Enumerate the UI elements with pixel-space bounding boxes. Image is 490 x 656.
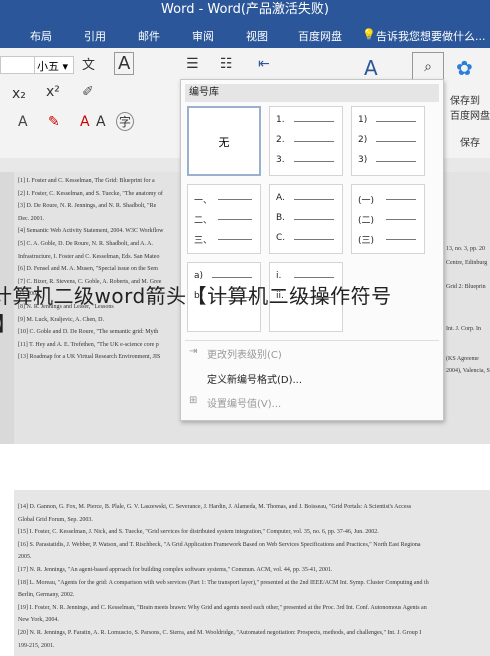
save-group-label: 保存	[460, 138, 480, 149]
none-label: 无	[218, 136, 230, 149]
numbering-option-upper-alpha[interactable]: A. B. C.	[269, 184, 343, 254]
baidu-netdisk-icon: ✿	[456, 56, 473, 80]
reference-line: New York, 2004.	[18, 617, 59, 624]
reference-line-tail: 13, no. 3, pp. 20	[446, 246, 485, 252]
tell-me-box[interactable]: 告诉我您想要做什么...	[376, 28, 486, 44]
reference-line-tail: Centre, Edinburg	[446, 260, 488, 266]
reference-line: [16] S. Parastatidis, J. Webber, P. Wats…	[18, 541, 421, 548]
reference-line: [2] I. Foster, C. Kesselman, and S. Tuec…	[18, 190, 163, 197]
num-mark: (二)	[358, 216, 375, 226]
reference-line: Dec. 2001.	[18, 215, 45, 222]
save-label-1: 保存到	[450, 96, 480, 107]
numbering-library-header: 编号库	[185, 84, 439, 102]
numbering-library-dropdown: 编号库 无 1. 2. 3. 1) 2) 3) 一、 二、 三、 A. B. C…	[180, 79, 444, 421]
reference-line: 199-215, 2001.	[18, 642, 55, 649]
num-mark: A.	[276, 193, 285, 203]
phonetic-guide-icon[interactable]: 文	[82, 54, 95, 73]
reference-line-tail: 2004), Valencia, Sp	[446, 368, 490, 374]
num-mark: 1)	[358, 115, 368, 125]
document-page-2: [14] D. Gannon, G. Fox, M. Pierce, B. Pl…	[14, 490, 490, 656]
numbering-option-chinese-paren[interactable]: (一) (二) (三)	[351, 184, 425, 254]
num-mark: 一、	[194, 196, 213, 206]
reference-line: Global Grid Forum, Sep. 2003.	[18, 516, 93, 523]
num-mark: (一)	[358, 196, 375, 206]
numbering-icon[interactable]: ☷	[220, 56, 233, 72]
numbering-none-option[interactable]: 无	[187, 106, 261, 176]
tab-references[interactable]: 引用	[84, 28, 106, 44]
reference-line: [19] I. Foster, N. R. Jennings, and C. K…	[18, 604, 427, 611]
num-mark: 2.	[276, 135, 285, 145]
char-border-icon[interactable]: A	[114, 52, 135, 75]
font-size-select[interactable]: 小五 ▾	[34, 56, 74, 74]
num-mark: C.	[276, 233, 286, 243]
reference-line: [14] D. Gannon, G. Fox, M. Pierce, B. Pl…	[18, 504, 412, 510]
clear-format-icon[interactable]: ✐	[82, 84, 94, 100]
reference-line: Berlin, Germany, 2002.	[18, 592, 75, 599]
document-area-bottom[interactable]: [14] D. Gannon, G. Fox, M. Pierce, B. Pl…	[0, 490, 490, 656]
enclose-char-icon[interactable]: 字	[116, 112, 135, 131]
num-mark: B.	[276, 213, 286, 223]
num-mark: (三)	[358, 236, 375, 246]
char-shading-icon[interactable]: A	[96, 114, 106, 130]
reference-line: Infrastructure, I. Foster and C. Kesselm…	[18, 253, 160, 260]
define-new-number-format-menuitem[interactable]: 定义新编号格式(D)...	[207, 371, 302, 386]
set-value-icon: ⊞	[189, 395, 198, 406]
set-numbering-value-menuitem[interactable]: 设置编号值(V)...	[207, 395, 281, 410]
article-title-overlay: 计算机二级word箭头【计算机二级操作符号 】	[0, 280, 490, 360]
tab-view[interactable]: 视图	[246, 28, 268, 44]
num-mark: 3)	[358, 155, 368, 165]
window-title: Word - Word(产品激活失败)	[0, 0, 490, 22]
save-label-2: 百度网盘	[450, 111, 490, 122]
num-mark: 2)	[358, 135, 368, 145]
reference-line: [5] C. A. Goble, D. De Roure, N. R. Shad…	[18, 241, 153, 247]
reference-line: 2005.	[18, 554, 32, 561]
reference-line: [3] D. De Roure, N. R. Jennings, and N. …	[18, 203, 157, 210]
article-title-line-1: 计算机二级word箭头【计算机二级操作符号	[0, 284, 392, 308]
decrease-indent-icon[interactable]: ⇤	[258, 56, 270, 72]
article-title-line-2: 】	[0, 308, 16, 337]
reference-line: [18] L. Moreau, "Agents for the grid: A …	[18, 579, 429, 586]
num-mark: 二、	[194, 216, 213, 226]
numbering-option-arabic-dot[interactable]: 1. 2. 3.	[269, 106, 343, 176]
reference-line: [1] I. Foster and C. Kesselman, The Grid…	[18, 178, 155, 184]
ribbon-tabs: 布局 引用 邮件 审阅 视图 百度网盘 💡 告诉我您想要做什么...	[0, 22, 490, 48]
tab-review[interactable]: 审阅	[192, 28, 214, 44]
subscript-icon[interactable]: x₂	[12, 86, 26, 102]
numbering-option-arabic-paren[interactable]: 1) 2) 3)	[351, 106, 425, 176]
styles-icon[interactable]: A	[364, 56, 378, 80]
lightbulb-icon: 💡	[362, 28, 376, 41]
reference-line: [6] D. Fensel and M. A. Musen, "Special …	[18, 266, 158, 273]
save-to-netdisk-button[interactable]: 保存到 百度网盘	[450, 92, 490, 122]
font-name-field[interactable]	[0, 56, 36, 74]
font-color-icon[interactable]: A	[80, 114, 90, 130]
reference-line: [15] I. Foster, C. Kesselman, J. Nick, a…	[18, 529, 379, 536]
tab-baidu-netdisk[interactable]: 百度网盘	[298, 28, 342, 44]
superscript-icon[interactable]: x²	[46, 84, 60, 100]
reference-line: [20] N. R. Jennings, P. Faratin, A. R. L…	[18, 630, 422, 636]
num-mark: 1.	[276, 115, 285, 125]
highlight-icon[interactable]: ✎	[48, 114, 60, 130]
font-size-value: 小五	[37, 60, 59, 73]
bullets-icon[interactable]: ☰	[186, 56, 199, 72]
num-mark: 三、	[194, 236, 213, 246]
numbering-option-chinese[interactable]: 一、 二、 三、	[187, 184, 261, 254]
reference-line: [17] N. R. Jennings, "An agent-based app…	[18, 567, 333, 573]
tab-layout[interactable]: 布局	[30, 28, 52, 44]
tab-mailings[interactable]: 邮件	[138, 28, 160, 44]
reference-line: [4] Semantic Web Activity Statement, 200…	[18, 228, 164, 235]
num-mark: 3.	[276, 155, 285, 165]
text-effects-icon[interactable]: A	[18, 114, 28, 130]
